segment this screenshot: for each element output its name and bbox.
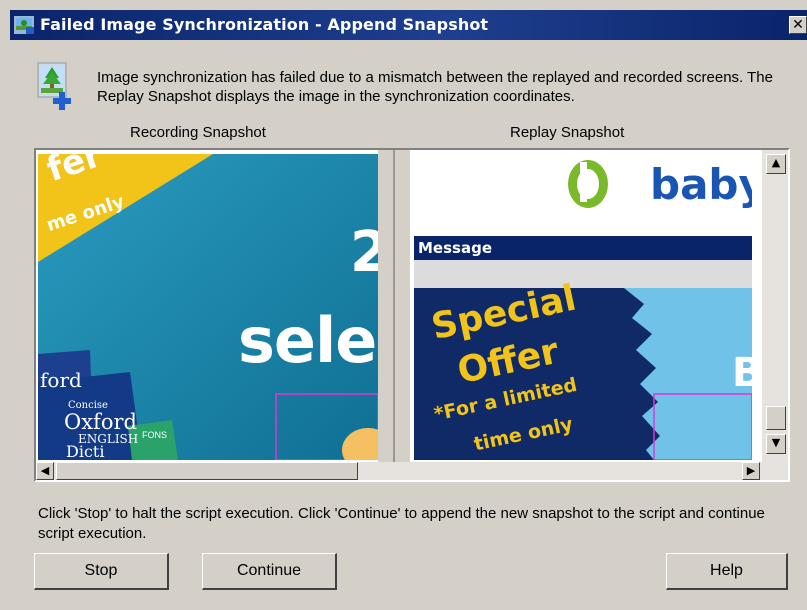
pane-divider[interactable]: [378, 150, 410, 462]
window-title: Failed Image Synchronization - Append Sn…: [40, 15, 489, 34]
scroll-down-button[interactable]: ▼: [766, 434, 786, 454]
scroll-up-icon: ▲: [771, 156, 781, 169]
scroll-down-icon: ▼: [771, 436, 781, 449]
stop-button[interactable]: Stop: [34, 553, 169, 590]
app-icon: [14, 16, 34, 34]
scroll-up-button[interactable]: ▲: [766, 154, 786, 174]
book-green-text: FONS: [142, 430, 168, 440]
baby-logo-text: baby: [650, 160, 752, 209]
vertical-scroll-thumb[interactable]: [766, 406, 786, 430]
image-sync-icon: [37, 62, 71, 110]
scroll-right-button[interactable]: ▶: [742, 462, 760, 480]
vertical-scrollbar[interactable]: ▲ ▼: [762, 150, 788, 462]
title-bar[interactable]: Failed Image Synchronization - Append Sn…: [10, 10, 807, 40]
big-word-text: sele: [238, 304, 377, 377]
help-button[interactable]: Help: [666, 553, 788, 590]
snapshot-viewer[interactable]: fer me only 2 sele ford Concise Oxford E…: [34, 148, 790, 482]
horizontal-scroll-thumb[interactable]: [56, 462, 358, 480]
book-dict-text: Dicti: [66, 442, 105, 460]
continue-button[interactable]: Continue: [202, 553, 337, 590]
replay-snapshot-image: baby Message Special Offer *For a limite…: [414, 154, 752, 460]
error-message: Image synchronization has failed due to …: [97, 69, 773, 105]
message-bar-text: Message: [418, 239, 492, 257]
recording-snapshot-label: Recording Snapshot: [130, 124, 266, 141]
horizontal-scrollbar[interactable]: ◀ ▶: [36, 462, 788, 480]
right-letter-text: B: [732, 350, 752, 396]
replay-snapshot-label: Replay Snapshot: [510, 124, 625, 141]
book-ford-text: ford: [40, 368, 82, 392]
big-digit-text: 2: [350, 220, 378, 285]
close-button[interactable]: ✕: [789, 16, 807, 34]
scroll-left-icon: ◀: [40, 464, 50, 477]
close-icon: ✕: [792, 17, 804, 33]
instructions-text: Click 'Stop' to halt the script executio…: [38, 505, 765, 542]
book-oxford-text: Oxford: [64, 410, 137, 434]
scroll-left-button[interactable]: ◀: [36, 462, 54, 480]
scroll-right-icon: ▶: [746, 464, 756, 477]
recording-snapshot-image: fer me only 2 sele ford Concise Oxford E…: [38, 154, 378, 460]
